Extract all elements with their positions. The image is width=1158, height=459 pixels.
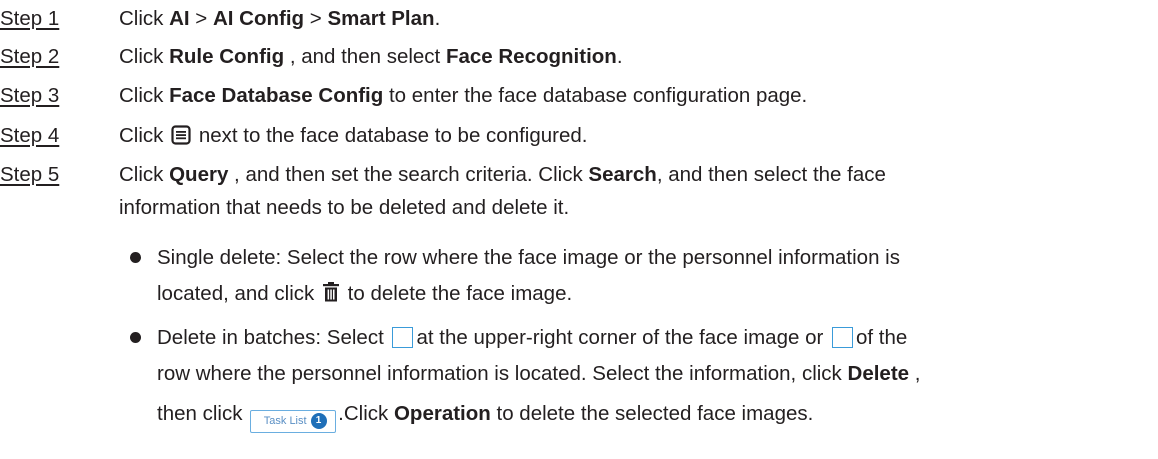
face-database-config-label: Face Database Config xyxy=(169,84,384,107)
task-count-badge: 1 xyxy=(310,413,327,429)
checkbox-icon xyxy=(392,327,414,348)
list-detail-icon xyxy=(171,125,191,145)
step-label: Step 2 xyxy=(0,45,60,68)
step-text-line-2: information that needs to be deleted and… xyxy=(119,196,570,219)
step-label: Step 1 xyxy=(0,7,60,30)
step-text: Click next to the face database to be co… xyxy=(119,124,588,147)
procedure-document: Step 1 Click AI > AI Config > Smart Plan… xyxy=(0,0,1158,459)
menu-ai: AI xyxy=(169,7,190,30)
bullet-single-delete: Single delete: Select the row where the … xyxy=(130,241,1140,313)
step-label: Step 3 xyxy=(0,84,60,107)
bullet-dot xyxy=(130,252,141,263)
bullet-text-line-1: Delete in batches: Select at the upper-r… xyxy=(157,326,908,349)
bullet-text-line-1: Single delete: Select the row where the … xyxy=(157,246,900,269)
query-label: Query xyxy=(169,163,229,186)
rule-config-label: Rule Config xyxy=(169,45,285,68)
operation-label: Operation xyxy=(393,402,491,425)
step-5: Step 5 Click Query , and then set the se… xyxy=(0,159,1158,229)
face-recognition-label: Face Recognition xyxy=(445,45,617,68)
bullet-text-line-3: then click Task List 1 .Click Operation to… xyxy=(157,397,1147,433)
step-text: Click Face Database Config to enter the … xyxy=(119,84,808,107)
bullet-dot xyxy=(130,332,141,343)
step-text: Click Rule Config , and then select Face… xyxy=(119,45,623,68)
bullet-batch-delete: Delete in batches: Select at the upper-r… xyxy=(130,321,1140,441)
step-text-line-1: Click Query , and then set the search cr… xyxy=(119,163,886,186)
checkbox-icon xyxy=(832,327,853,348)
menu-smart-plan: Smart Plan xyxy=(327,7,435,30)
task-list-button: Task List 1 xyxy=(250,410,337,433)
step-label: Step 4 xyxy=(0,124,60,147)
bullet-text-line-2: located, and click to delete the face im… xyxy=(157,282,573,305)
step-text: Click AI > AI Config > Smart Plan. xyxy=(119,7,441,30)
delete-label: Delete xyxy=(847,362,910,385)
trash-icon xyxy=(322,282,339,302)
step-label: Step 5 xyxy=(0,163,60,186)
menu-ai-config: AI Config xyxy=(212,7,305,30)
bullet-text-line-2: row where the personnel information is l… xyxy=(157,362,921,385)
search-label: Search xyxy=(588,163,657,186)
